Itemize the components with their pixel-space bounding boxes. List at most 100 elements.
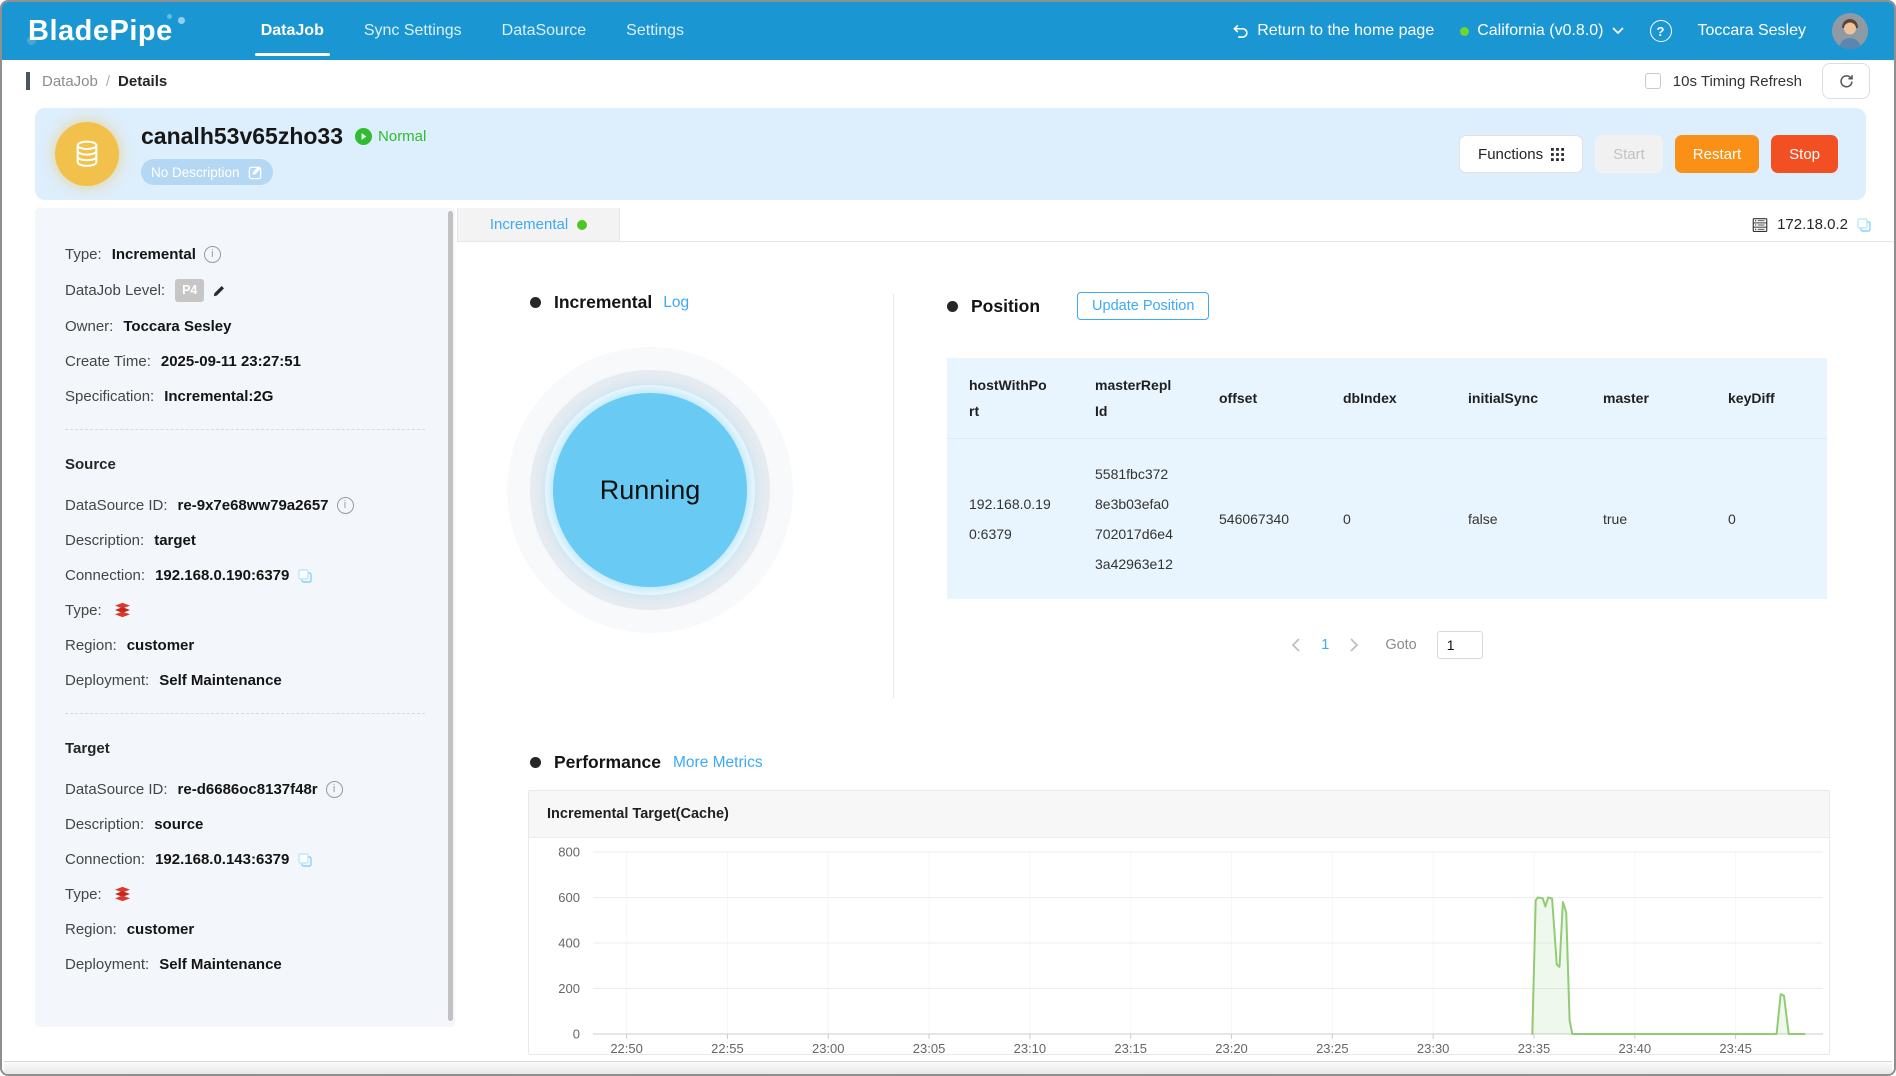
stop-button[interactable]: Stop [1771,135,1838,173]
section-bullet [530,757,541,768]
tab-incremental[interactable]: Incremental [457,208,620,241]
refresh-button[interactable] [1822,63,1870,99]
tab-status-dot [577,219,588,230]
info-icon[interactable] [325,781,343,798]
region-selector[interactable]: California (v0.8.0) [1460,22,1624,40]
navbar-right: Return to the home page California (v0.8… [1231,13,1868,49]
svg-text:23:20: 23:20 [1215,1041,1248,1054]
breadcrumb-section[interactable]: DataJob [42,73,98,90]
prev-page-icon[interactable] [1291,638,1301,652]
start-button[interactable]: Start [1595,135,1663,173]
svg-text:22:50: 22:50 [610,1041,643,1054]
top-navbar: BladePipe DataJob Sync Settings DataSour… [2,2,1894,60]
redis-icon [112,601,133,621]
svg-text:22:55: 22:55 [711,1041,744,1054]
return-arrow-icon [1231,22,1249,40]
server-icon [1752,217,1768,232]
copy-icon[interactable] [1856,217,1872,233]
performance-panel: Performance More Metrics Incremental Tar… [457,752,1894,1055]
return-home-link[interactable]: Return to the home page [1231,22,1434,40]
position-table: hostWithPort masterReplId offset dbIndex… [947,358,1827,599]
nav-item-sync-settings[interactable]: Sync Settings [344,2,482,60]
table-header-row: hostWithPort masterReplId offset dbIndex… [947,358,1827,439]
job-name: canalh53v65zho33 [141,123,344,149]
section-bullet [947,300,958,312]
svg-text:23:40: 23:40 [1619,1041,1652,1054]
window-bottom-edge [4,1061,1892,1074]
breadcrumb-accent [26,72,30,90]
status-badge: Normal [355,128,426,145]
copy-icon[interactable] [297,568,313,584]
performance-chart-card: Incremental Target(Cache) 0 200 400 600 800 2… [528,790,1830,1055]
svg-text:23:05: 23:05 [913,1041,946,1054]
functions-button[interactable]: Functions [1459,135,1584,173]
goto-page-input[interactable] [1436,631,1483,659]
log-link[interactable]: Log [663,294,689,312]
target-section-heading: Target [65,740,110,757]
svg-text:400: 400 [558,936,580,951]
edit-icon [248,166,261,179]
timing-refresh-label: 10s Timing Refresh [1672,72,1802,90]
incremental-heading: Incremental [554,292,653,312]
pagination: 1 Goto [947,631,1827,659]
redis-icon [112,885,133,905]
breadcrumb-bar: DataJob / Details 10s Timing Refresh [2,60,1894,102]
job-info-sidebar: Type:Incremental DataJob Level:P4 Owner:… [35,208,455,1027]
restart-button[interactable]: Restart [1674,135,1760,173]
region-status-dot [1460,26,1470,36]
job-description-pill[interactable]: No Description [141,159,273,185]
nav-item-settings[interactable]: Settings [606,2,704,60]
performance-heading: Performance [554,752,661,772]
svg-text:200: 200 [558,981,580,996]
nav-item-datasource[interactable]: DataSource [482,2,607,60]
pencil-icon[interactable] [212,284,226,298]
svg-text:23:15: 23:15 [1114,1041,1147,1054]
update-position-button[interactable]: Update Position [1077,292,1210,320]
timing-refresh-checkbox[interactable] [1644,73,1661,89]
refresh-controls: 10s Timing Refresh [1644,63,1870,99]
source-section-heading: Source [65,456,116,473]
user-name[interactable]: Toccara Sesley [1698,22,1807,40]
performance-chart-svg: 0 200 400 600 800 22:50 22:55 23:00 23:05 23:10 23… [558,845,1823,1054]
svg-text:800: 800 [558,845,580,860]
svg-text:23:10: 23:10 [1014,1041,1047,1054]
svg-text:23:30: 23:30 [1417,1041,1450,1054]
tab-bar: Incremental 172.18.0.2 [457,208,1894,242]
incremental-panel: Incremental Log Running [457,292,893,702]
next-page-icon[interactable] [1349,638,1359,652]
svg-text:0: 0 [573,1027,580,1042]
running-indicator: Running [507,347,793,633]
svg-text:23:35: 23:35 [1518,1041,1551,1054]
copy-icon[interactable] [297,852,313,868]
user-avatar[interactable] [1832,13,1868,49]
info-icon[interactable] [336,497,354,514]
page-number[interactable]: 1 [1321,637,1329,653]
divider [65,713,425,714]
svg-text:600: 600 [558,890,580,905]
database-icon [55,122,119,186]
worker-host: 172.18.0.2 [1751,208,1894,241]
job-actions: Functions Start Restart Stop [1459,135,1838,173]
bladepipe-logo[interactable]: BladePipe [28,15,187,48]
position-panel: Position Update Position hostWithPort ma… [893,292,1894,702]
chart-title: Incremental Target(Cache) [529,791,1829,838]
main-content: Incremental 172.18.0.2 Incremental Log R… [457,208,1894,1055]
main-nav: DataJob Sync Settings DataSource Setting… [241,2,704,60]
job-header-card: canalh53v65zho33 Normal No Description F… [35,108,1866,200]
sidebar-scrollbar[interactable] [448,211,453,1021]
more-metrics-link[interactable]: More Metrics [673,754,763,772]
refresh-icon [1839,74,1853,87]
table-row: 192.168.0.190:6379 5581fbc3728e3b03efa07… [969,466,1736,572]
svg-text:23:45: 23:45 [1719,1041,1752,1054]
breadcrumb-page: Details [118,72,168,90]
info-icon[interactable] [203,246,221,263]
grid-icon [1551,147,1565,161]
worker-ip: 172.18.0.2 [1777,216,1848,233]
nav-item-datajob[interactable]: DataJob [241,2,344,60]
running-state: Running [599,474,701,505]
help-icon[interactable] [1649,20,1672,42]
breadcrumb-separator: / [105,72,111,90]
chevron-down-icon [1611,27,1624,35]
play-circle-icon [355,128,373,145]
level-badge: P4 [175,279,205,302]
